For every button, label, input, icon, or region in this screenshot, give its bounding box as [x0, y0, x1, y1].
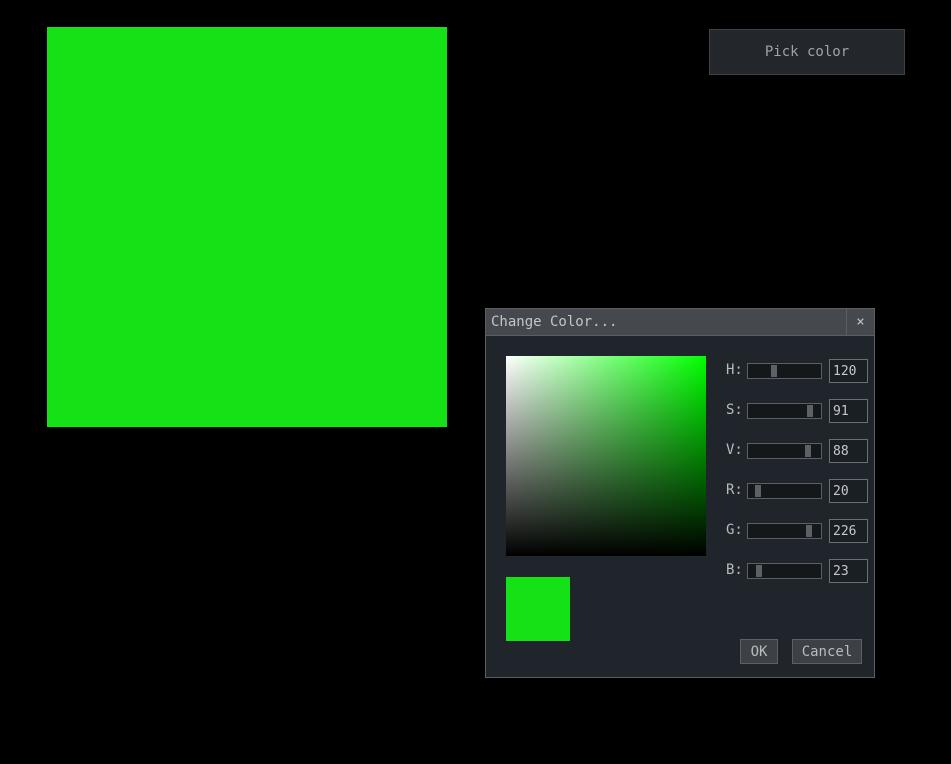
green-label: G: [726, 522, 743, 538]
slider-thumb[interactable] [805, 525, 812, 537]
cancel-button[interactable]: Cancel [792, 639, 862, 664]
hue-input[interactable]: 120 [829, 359, 868, 383]
dialog-title: Change Color... [491, 314, 618, 330]
color-preview [47, 27, 447, 427]
blue-input[interactable]: 23 [829, 559, 868, 583]
hue-slider[interactable] [747, 363, 822, 379]
red-label: R: [726, 482, 743, 498]
pick-color-button[interactable]: Pick color [709, 29, 905, 75]
hue-label: H: [726, 362, 743, 378]
slider-thumb[interactable] [770, 365, 777, 377]
color-swatch [506, 577, 570, 641]
dialog-titlebar[interactable]: Change Color... × [486, 309, 874, 336]
blue-slider[interactable] [747, 563, 822, 579]
slider-thumb[interactable] [754, 485, 761, 497]
value-label: V: [726, 442, 743, 458]
saturation-label: S: [726, 402, 743, 418]
slider-thumb[interactable] [755, 565, 762, 577]
green-input[interactable]: 226 [829, 519, 868, 543]
saturation-input[interactable]: 91 [829, 399, 868, 423]
change-color-dialog: Change Color... × H: 120 S: 91 V: 88 R: … [485, 308, 875, 678]
red-slider[interactable] [747, 483, 822, 499]
blue-label: B: [726, 562, 743, 578]
close-icon: × [856, 314, 865, 330]
slider-thumb[interactable] [805, 445, 812, 457]
value-slider[interactable] [747, 443, 822, 459]
close-button[interactable]: × [846, 309, 874, 335]
saturation-value-picker[interactable] [506, 356, 706, 556]
saturation-slider[interactable] [747, 403, 822, 419]
red-input[interactable]: 20 [829, 479, 868, 503]
ok-button[interactable]: OK [740, 639, 778, 664]
green-slider[interactable] [747, 523, 822, 539]
value-input[interactable]: 88 [829, 439, 868, 463]
slider-thumb[interactable] [807, 405, 814, 417]
